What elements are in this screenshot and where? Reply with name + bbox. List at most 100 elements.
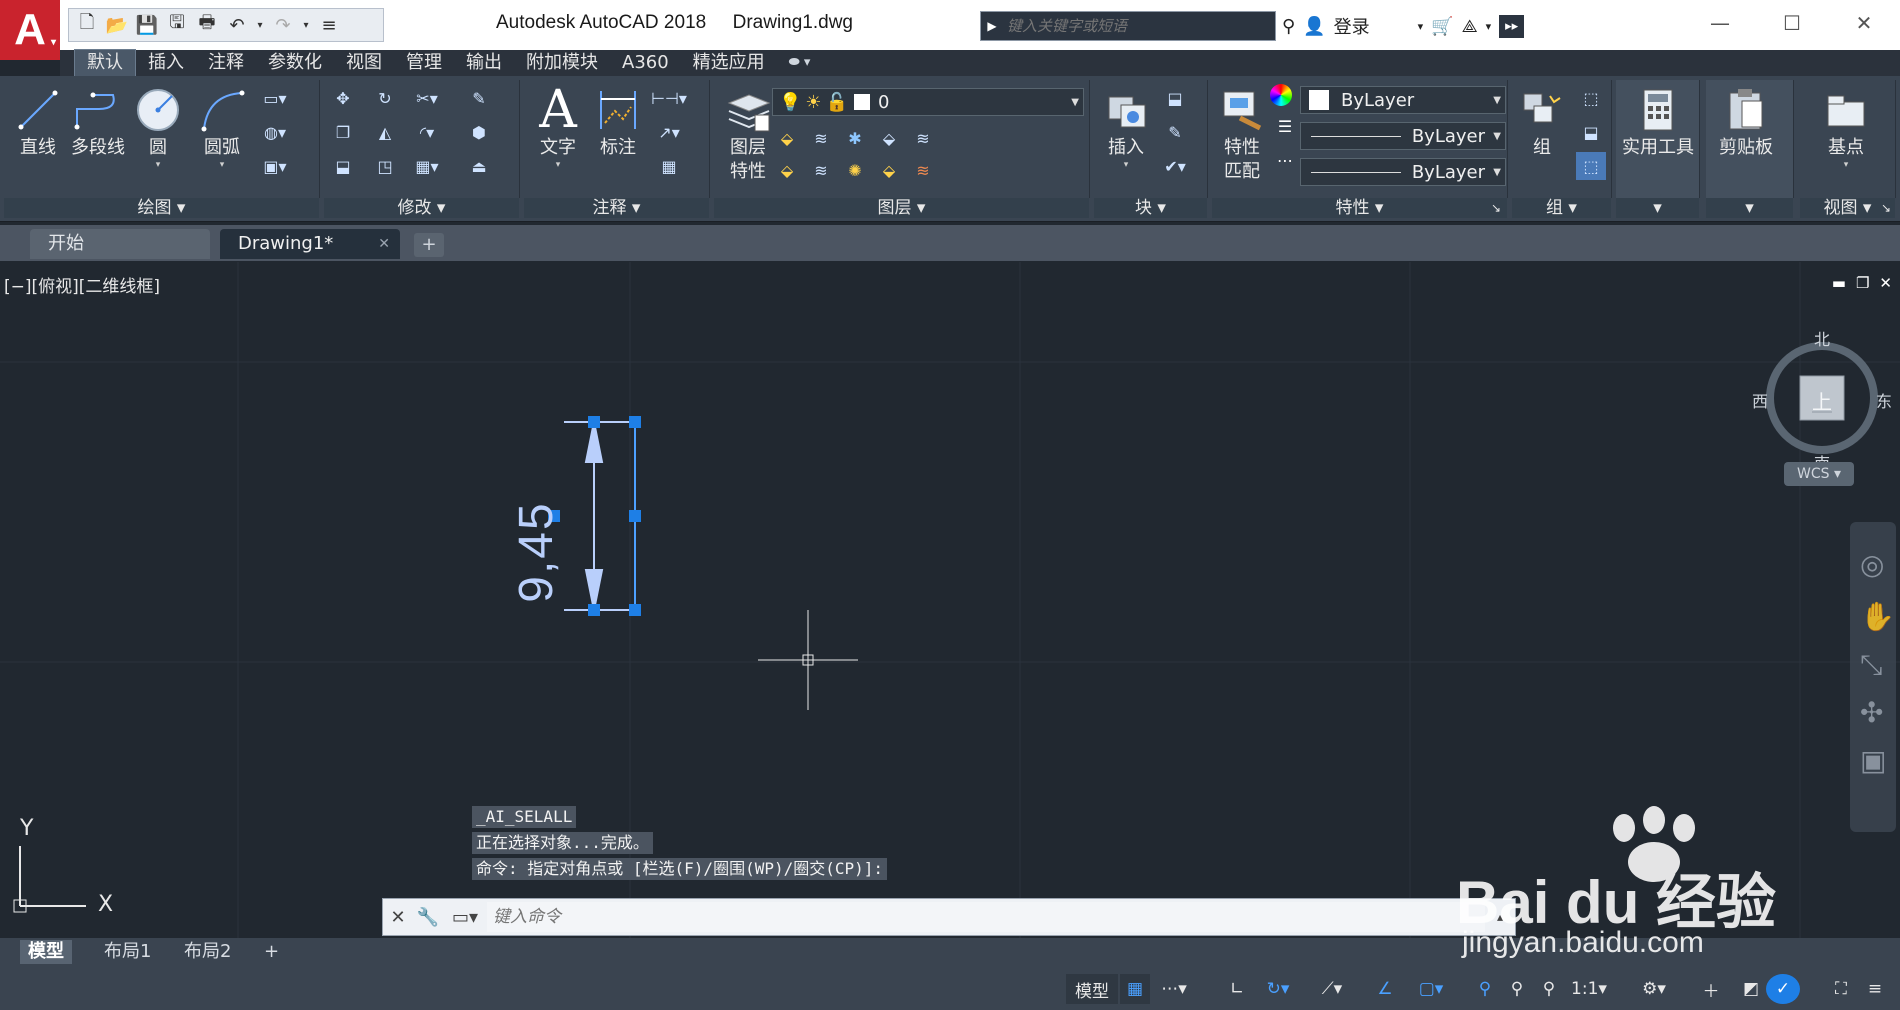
ortho-icon[interactable]: ∟ bbox=[1222, 974, 1252, 1004]
move-icon[interactable]: ✥ bbox=[328, 84, 358, 112]
hatch-icon[interactable]: ◍▾ bbox=[260, 118, 290, 146]
undo-icon[interactable]: ↶ bbox=[223, 12, 251, 38]
tab-start[interactable]: 开始 bbox=[30, 229, 210, 259]
layer-merge-icon[interactable]: ≋ bbox=[908, 156, 938, 184]
search-expand-icon[interactable]: ▶ bbox=[981, 19, 1003, 33]
viewport-minimize-icon[interactable]: ▬ bbox=[1832, 274, 1846, 292]
layer-unlock-icon[interactable]: ⬙ bbox=[874, 156, 904, 184]
save-as-icon[interactable]: 🖫 bbox=[163, 12, 191, 38]
redo-icon[interactable]: ↷ bbox=[269, 12, 297, 38]
a360-dropdown-icon[interactable]: ▾ bbox=[1486, 20, 1492, 33]
layer-state-icon[interactable]: ≋ bbox=[908, 124, 938, 152]
tab-drawing1[interactable]: Drawing1* ✕ bbox=[220, 229, 400, 259]
snap-mode-icon[interactable]: ⋯▾ bbox=[1152, 974, 1196, 1004]
layer-freeze-tool-icon[interactable]: ✱ bbox=[840, 124, 870, 152]
utilities-button[interactable]: 实用工具 bbox=[1620, 80, 1696, 188]
viewport-close-icon[interactable]: ✕ bbox=[1879, 274, 1892, 292]
linetype-dropdown[interactable]: ByLayer ▼ bbox=[1300, 122, 1506, 150]
viewport-controls-label[interactable]: [−][俯视][二维线框] bbox=[4, 272, 160, 297]
layer-on-tool-icon[interactable]: ⬙ bbox=[772, 156, 802, 184]
layer-thaw-icon[interactable]: ✺ bbox=[840, 156, 870, 184]
clean-screen-icon[interactable]: ⛶ bbox=[1826, 974, 1856, 1004]
create-block-icon[interactable]: ⬓ bbox=[1160, 84, 1190, 112]
polyline-button[interactable]: 多段线 bbox=[68, 80, 128, 188]
command-input[interactable] bbox=[487, 902, 1485, 932]
close-icon[interactable]: ✕ bbox=[1828, 0, 1900, 46]
leader-icon[interactable]: ↗▾ bbox=[654, 118, 684, 146]
command-prompt-icon[interactable]: ▭▾ bbox=[443, 907, 487, 928]
steering-wheel-icon[interactable]: ◎ bbox=[1860, 548, 1884, 581]
edit-block-icon[interactable]: ✎ bbox=[1160, 118, 1190, 146]
tab-model[interactable]: 模型 bbox=[20, 940, 72, 964]
layer-isolate-icon[interactable]: ≋ bbox=[806, 124, 836, 152]
new-file-icon[interactable]: 🗋 bbox=[73, 12, 101, 38]
user-icon[interactable]: 👤 bbox=[1303, 16, 1325, 37]
base-view-button[interactable]: 基点 ▾ bbox=[1816, 80, 1876, 188]
boundary-icon[interactable]: ▣▾ bbox=[260, 152, 290, 180]
cart-icon[interactable]: 🛒 bbox=[1431, 16, 1453, 37]
tab-annotate[interactable]: 注释 bbox=[196, 50, 256, 76]
array-icon[interactable]: ▦▾ bbox=[412, 152, 442, 180]
more-icon[interactable]: ▸▸ bbox=[1499, 14, 1525, 38]
model-space-button[interactable]: 模型 bbox=[1066, 974, 1118, 1004]
save-icon[interactable]: 💾 bbox=[133, 12, 161, 38]
arc-dropdown-icon[interactable]: ▾ bbox=[220, 160, 225, 170]
modify-panel-title[interactable]: 修改 ▾ bbox=[324, 198, 519, 218]
tab-addins[interactable]: 附加模块 bbox=[514, 50, 610, 76]
login-dropdown-icon[interactable]: ▾ bbox=[1418, 20, 1424, 33]
ribbon-minimize-icon[interactable]: ⬬ ▾ bbox=[777, 50, 823, 76]
viewcube-top-face[interactable]: 上 bbox=[1812, 386, 1832, 415]
new-tab-icon[interactable]: + bbox=[414, 233, 444, 257]
insert-dropdown-icon[interactable]: ▾ bbox=[1124, 160, 1129, 170]
a360-icon[interactable]: ⟁ bbox=[1462, 16, 1478, 37]
utilities-panel-footer[interactable]: ▾ bbox=[1616, 198, 1699, 218]
tab-home[interactable]: 默认 bbox=[74, 49, 136, 76]
text-dropdown-icon[interactable]: ▾ bbox=[556, 160, 561, 170]
tab-a360[interactable]: A360 bbox=[610, 50, 681, 76]
scale-icon[interactable]: ◳ bbox=[370, 152, 400, 180]
erase-icon[interactable]: ✎ bbox=[464, 84, 494, 112]
mirror-icon[interactable]: ◭ bbox=[370, 118, 400, 146]
tab-featured-apps[interactable]: 精选应用 bbox=[681, 50, 777, 76]
polar-tracking-icon[interactable]: ↻▾ bbox=[1256, 974, 1300, 1004]
isometric-icon[interactable]: ⟋▾ bbox=[1310, 974, 1354, 1004]
undo-dropdown-icon[interactable]: ▾ bbox=[253, 12, 267, 38]
layer-lock-tool-icon[interactable]: ⬙ bbox=[874, 124, 904, 152]
group-edit-icon[interactable]: ⬓ bbox=[1576, 118, 1606, 146]
wcs-menu[interactable]: WCS ▾ bbox=[1784, 462, 1854, 486]
color-dropdown[interactable]: ByLayer ▼ bbox=[1300, 86, 1506, 114]
draw-panel-title[interactable]: 绘图 ▾ bbox=[4, 198, 319, 218]
tab-layout1[interactable]: 布局1 bbox=[96, 940, 159, 964]
compass-east[interactable]: 东 bbox=[1876, 388, 1892, 412]
login-button[interactable]: 登录 bbox=[1334, 13, 1370, 39]
view-panel-title[interactable]: 视图 ▾ ↘ bbox=[1800, 198, 1895, 218]
search-input[interactable] bbox=[1003, 12, 1275, 40]
grid-toggle-icon[interactable]: ▦ bbox=[1120, 974, 1150, 1004]
properties-launcher-icon[interactable]: ↘ bbox=[1491, 198, 1501, 218]
redo-dropdown-icon[interactable]: ▾ bbox=[299, 12, 313, 38]
groups-panel-title[interactable]: 组 ▾ bbox=[1512, 198, 1611, 218]
circle-dropdown-icon[interactable]: ▾ bbox=[156, 160, 161, 170]
viewcube[interactable]: 北 南 西 东 上 bbox=[1752, 322, 1892, 473]
edit-attributes-icon[interactable]: ✔▾ bbox=[1160, 152, 1190, 180]
pan-icon[interactable]: ✋ bbox=[1860, 600, 1895, 633]
fillet-icon[interactable]: ◜▾ bbox=[412, 118, 442, 146]
clipboard-button[interactable]: 剪贴板 bbox=[1716, 80, 1776, 188]
text-button[interactable]: A 文字 ▾ bbox=[528, 80, 588, 188]
command-customize-icon[interactable]: 🔧 bbox=[413, 907, 443, 928]
tab-close-icon[interactable]: ✕ bbox=[378, 229, 390, 259]
clipboard-panel-footer[interactable]: ▾ bbox=[1706, 198, 1793, 218]
lineweight-dropdown[interactable]: ByLayer ▼ bbox=[1300, 158, 1506, 186]
table-icon[interactable]: ▦ bbox=[654, 152, 684, 180]
copy-icon[interactable]: ❐ bbox=[328, 118, 358, 146]
explode-icon[interactable]: ⬢ bbox=[464, 118, 494, 146]
object-snap-icon[interactable]: ▢▾ bbox=[1404, 974, 1458, 1004]
compass-west[interactable]: 西 bbox=[1752, 388, 1768, 412]
annotation-panel-title[interactable]: 注释 ▾ bbox=[524, 198, 709, 218]
match-properties-button[interactable]: 特性 匹配 bbox=[1212, 80, 1272, 188]
circle-button[interactable]: 圆 ▾ bbox=[128, 80, 188, 188]
layer-properties-button[interactable]: 图层 特性 bbox=[718, 80, 778, 188]
trim-icon[interactable]: ✂▾ bbox=[412, 84, 442, 112]
insert-block-button[interactable]: 插入 ▾ bbox=[1096, 80, 1156, 188]
rotate-icon[interactable]: ↻ bbox=[370, 84, 400, 112]
